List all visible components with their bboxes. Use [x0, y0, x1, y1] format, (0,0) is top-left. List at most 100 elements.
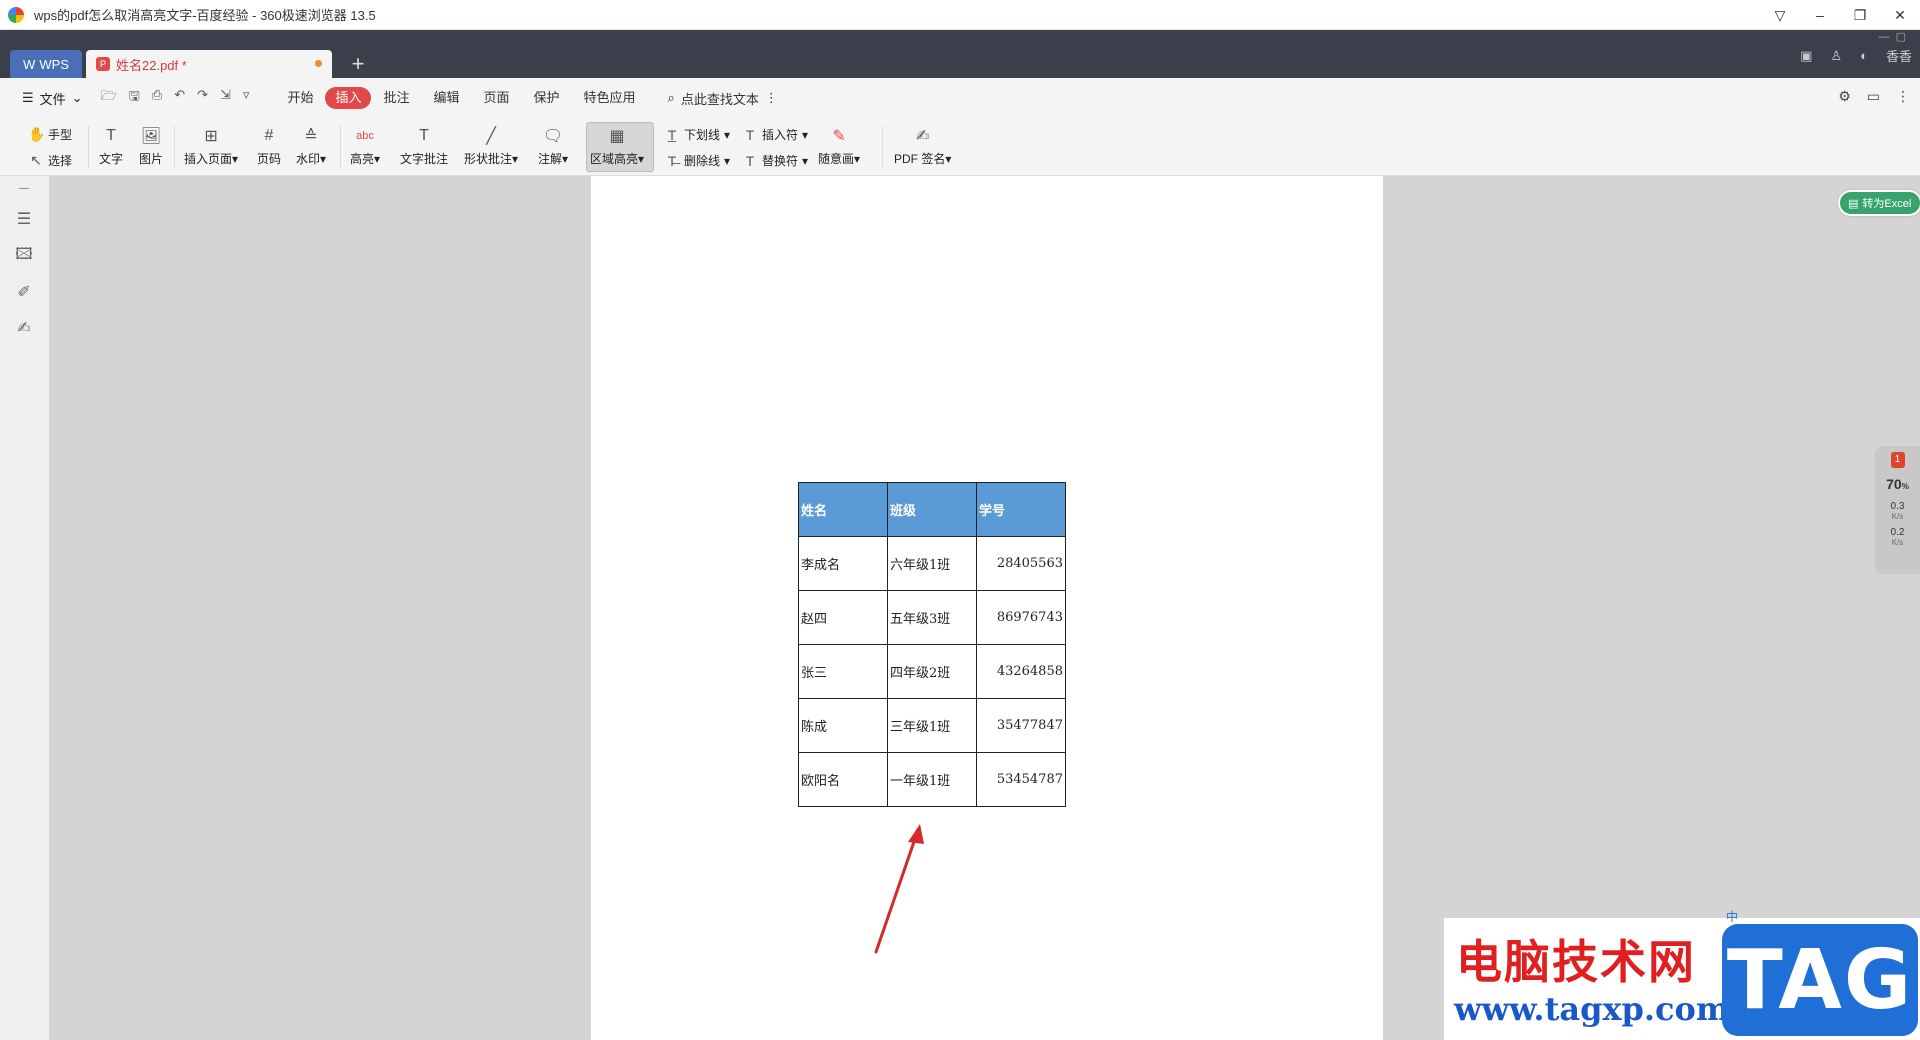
more-menu-icon[interactable]: ⋮	[1896, 88, 1910, 105]
shield-badge-icon: 1	[1890, 452, 1905, 468]
menu-bar: ☰ 文件 ⌄ 🗁 🖫 ⎙ ↶ ↷ ⇲ ▿ 开始 插入 批注 编辑 页面 保护 特…	[0, 78, 1920, 118]
export-icon[interactable]: ⇲	[220, 87, 231, 109]
underline-icon: T̲	[667, 126, 677, 143]
student-table: 姓名 班级 学号 李成名 六年级1班 28405563 赵四 五年级3班 869…	[798, 482, 1066, 807]
underline-button[interactable]: T̲ 下划线 ▾	[664, 126, 730, 143]
watermark-label: 水印▾	[296, 152, 327, 166]
document-tab[interactable]: P 姓名22.pdf *	[86, 50, 332, 78]
document-tab-label: 姓名22.pdf *	[116, 57, 187, 73]
convert-to-excel-label: 转为Excel	[1862, 198, 1912, 210]
insert-page-label: 插入页面▾	[184, 152, 239, 166]
insert-image-button[interactable]: 🖼 图片	[138, 124, 164, 167]
freehand-button[interactable]: ✎ 随意画▾	[818, 124, 860, 167]
area-highlight-label: 区域高亮▾	[590, 152, 645, 166]
pen-icon: ✎	[832, 128, 846, 145]
wps-tab-strip: W WPS P 姓名22.pdf * + — ▢ ▣ ♙ ◐ 香香	[0, 30, 1920, 78]
tab-features[interactable]: 特色应用	[572, 87, 648, 109]
watermark-icon: ≙	[304, 128, 318, 145]
text-comment-button[interactable]: T 文字批注	[400, 124, 448, 167]
convert-to-excel-button[interactable]: ▤ 转为Excel	[1838, 190, 1920, 216]
system-monitor-widget[interactable]: 1 70% 0.3 K/s 0.2 K/s	[1875, 446, 1920, 574]
skin-icon[interactable]: ♙	[1830, 48, 1842, 64]
text-insert-icon: T	[106, 127, 116, 144]
insert-char-label: 插入符	[762, 128, 799, 142]
hand-tool-button[interactable]: ✋ 手型	[28, 126, 72, 143]
new-tab-button[interactable]: +	[346, 51, 370, 76]
restore-button[interactable]: ❐	[1840, 0, 1880, 30]
signature-icon: ✍	[915, 128, 930, 145]
select-tool-button[interactable]: ↖ 选择	[28, 152, 72, 169]
page-count-icon[interactable]: ▣	[1800, 48, 1812, 64]
save-icon[interactable]: 🖫	[129, 87, 140, 109]
cell-class: 三年级1班	[887, 698, 977, 753]
browser-logo-icon	[8, 6, 24, 23]
pdf-sign-label: PDF 签名▾	[894, 152, 952, 166]
image-icon: 🖼	[140, 128, 162, 145]
select-tool-label: 选择	[48, 154, 73, 168]
tab-insert[interactable]: 插入	[325, 87, 372, 109]
redo-icon[interactable]: ↷	[197, 87, 208, 109]
minimize-button[interactable]: –	[1800, 0, 1840, 30]
note-button[interactable]: 🗨 注解▾	[538, 124, 568, 167]
site-watermark: 中 电脑技术网 www.tagxp.com TAG	[1444, 910, 1920, 1040]
cell-id: 53454787	[976, 752, 1066, 807]
replace-char-icon: T	[745, 152, 755, 169]
outline-icon[interactable]: ☰	[14, 209, 34, 229]
tab-start[interactable]: 开始	[275, 87, 325, 109]
hand-tool-label: 手型	[48, 128, 73, 142]
watermark-tag-logo: TAG	[1722, 924, 1918, 1036]
area-highlight-button[interactable]: ▦ 区域高亮▾	[590, 124, 644, 167]
comment-panel-icon[interactable]: ▭	[1867, 88, 1880, 105]
watermark-chinese-text: 电脑技术网	[1456, 935, 1696, 989]
pdf-file-icon: P	[96, 57, 110, 71]
thumbnail-icon[interactable]: 🖾	[14, 246, 34, 266]
favorite-icon[interactable]: ▽	[1760, 0, 1800, 30]
cell-id: 35477847	[976, 698, 1066, 753]
signature-list-icon[interactable]: ✍	[14, 318, 34, 338]
strikethrough-button[interactable]: T̶ 删除线 ▾	[664, 152, 730, 169]
settings-gear-icon[interactable]: ⚙	[1838, 88, 1851, 105]
find-text-button[interactable]: ⌕ 点此查找文本 ⋮	[668, 89, 778, 108]
wps-home-tab[interactable]: W WPS	[10, 50, 82, 78]
insert-page-button[interactable]: ⊞ 插入页面▾	[184, 124, 238, 167]
tab-comment[interactable]: 批注	[371, 87, 421, 109]
watermark-button[interactable]: ≙ 水印▾	[296, 124, 326, 167]
tab-protect[interactable]: 保护	[522, 87, 572, 109]
collapse-handle-icon[interactable]: —	[14, 178, 34, 198]
cell-name: 张三	[798, 644, 888, 699]
browser-title-bar: wps的pdf怎么取消高亮文字-百度经验 - 360极速浏览器 13.5 ▽ –…	[0, 0, 1920, 30]
cell-class: 五年级3班	[887, 590, 977, 645]
undo-icon[interactable]: ↶	[174, 87, 185, 109]
replace-char-button[interactable]: T 替换符 ▾	[742, 152, 808, 169]
tab-page[interactable]: 页面	[472, 87, 522, 109]
insert-text-button[interactable]: T 文字	[98, 124, 124, 167]
more-options-icon: ⋮	[764, 90, 778, 105]
insert-ribbon: ✋ 手型 ↖ 选择 T 文字 🖼 图片 ⊞ 插入页面▾ # 页码 ≙ 水印▾ a…	[0, 118, 1920, 176]
text-comment-label: 文字批注	[400, 152, 449, 166]
page-number-icon: #	[264, 127, 274, 144]
pdf-sign-button[interactable]: ✍ PDF 签名▾	[894, 124, 951, 167]
cell-name: 李成名	[798, 536, 888, 591]
line-shape-icon: ╱	[486, 128, 496, 145]
open-folder-icon[interactable]: 🗁	[101, 87, 117, 109]
user-avatar-icon[interactable]: ◐	[1860, 48, 1868, 63]
close-button[interactable]: ✕	[1880, 0, 1920, 30]
more-dropdown-icon[interactable]: ▿	[243, 87, 250, 109]
insert-char-button[interactable]: T 插入符 ▾	[742, 126, 808, 143]
tab-edit[interactable]: 编辑	[421, 87, 471, 109]
find-text-label: 点此查找文本	[680, 91, 759, 107]
hand-icon: ✋	[28, 126, 46, 142]
highlight-button[interactable]: abc 高亮▾	[350, 124, 380, 167]
file-menu-button[interactable]: ☰ 文件 ⌄	[22, 89, 83, 108]
page-number-button[interactable]: # 页码	[256, 124, 282, 167]
table-row: 陈成 三年级1班 35477847	[798, 698, 1066, 753]
watermark-url: www.tagxp.com	[1454, 990, 1730, 1028]
insert-image-label: 图片	[138, 152, 163, 166]
annotation-list-icon[interactable]: ✐	[14, 282, 34, 302]
mini-window-controls[interactable]: — ▢	[1878, 30, 1906, 43]
text-comment-icon: T	[419, 127, 429, 144]
user-name[interactable]: 香香	[1886, 46, 1912, 65]
replace-char-label: 替换符	[762, 154, 799, 168]
print-icon[interactable]: ⎙	[152, 87, 162, 109]
shape-comment-button[interactable]: ╱ 形状批注▾	[464, 124, 518, 167]
